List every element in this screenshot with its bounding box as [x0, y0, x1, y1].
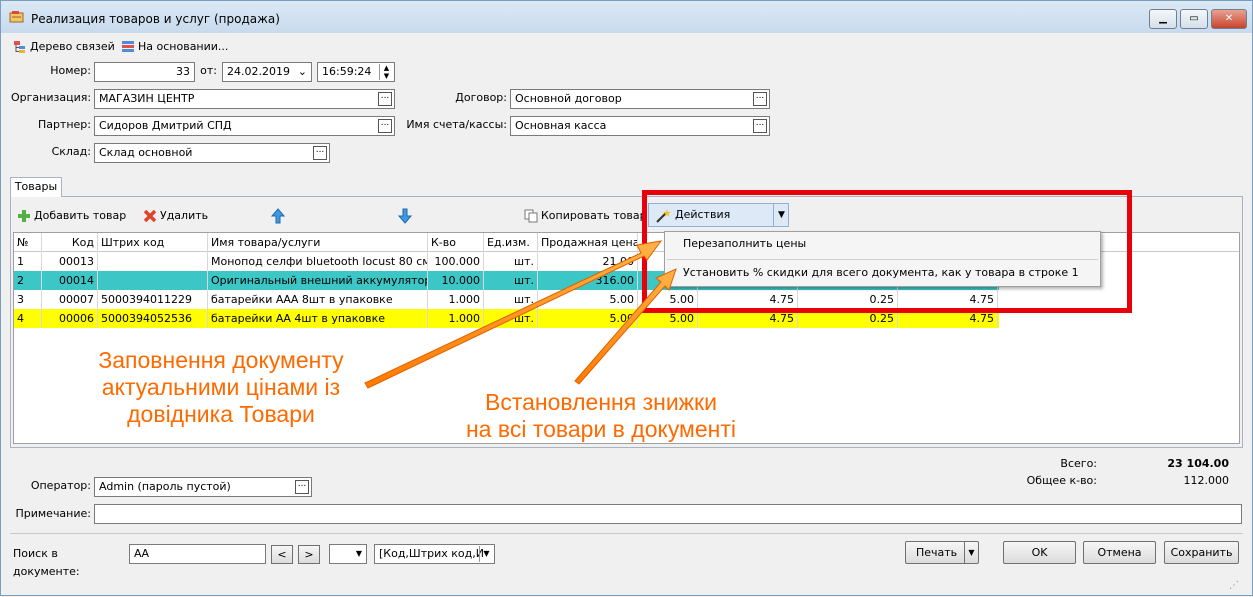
note-field[interactable] — [94, 504, 1242, 524]
cancel-button[interactable]: Отмена — [1083, 541, 1156, 564]
arrow-to-refill — [364, 240, 663, 389]
divider — [10, 533, 1243, 534]
callout-right-line1: Встановлення знижки — [485, 389, 717, 415]
callout-set-discount: Встановлення знижки на всі товари в доку… — [431, 389, 771, 443]
search-fields-select[interactable]: [Код,Штрих код,И ▼ — [374, 544, 495, 564]
callout-right-line2: на всі товари в документі — [465, 416, 737, 442]
print-button[interactable]: Печать ▼ — [905, 541, 979, 564]
chevron-down-icon[interactable]: ▼ — [479, 546, 493, 562]
search-input[interactable]: АА — [129, 544, 266, 564]
callout-left-line2: актуальними цінами із — [101, 374, 341, 400]
callout-left-line1: Заповнення документу — [98, 347, 344, 373]
note-label: Примечание: — [15, 507, 91, 520]
arrow-to-discount — [574, 268, 677, 385]
chevron-down-icon[interactable]: ▼ — [964, 542, 978, 563]
total-label: Всего: — [1060, 457, 1097, 470]
save-button[interactable]: Сохранить — [1164, 541, 1239, 564]
search-fields-value: [Код,Штрих код,И — [379, 547, 484, 560]
search-prev-button[interactable]: < — [271, 545, 293, 564]
count-value: 112.000 — [1183, 474, 1230, 487]
operator-label: Оператор: — [30, 479, 91, 492]
count-label: Общее к-во: — [1026, 474, 1097, 487]
select-dots-icon[interactable]: ... — [295, 480, 309, 494]
chevron-down-icon: ▼ — [355, 549, 362, 558]
search-label: Поиск в документе: — [13, 547, 80, 578]
document-window: Реализация товаров и услуг (продажа) ▁ ▭… — [0, 0, 1253, 596]
resize-grip-icon[interactable]: ⋰ — [1229, 579, 1243, 593]
callout-left-line3: довідника Товари — [127, 401, 315, 427]
search-mode-select[interactable]: ▼ — [329, 544, 367, 564]
total-value: 23 104.00 — [1167, 457, 1229, 470]
operator-value: Admin (пароль пустой) — [99, 480, 231, 493]
ok-button[interactable]: OK — [1003, 541, 1076, 564]
search-next-button[interactable]: > — [298, 545, 320, 564]
print-label: Печать — [916, 546, 958, 559]
callout-refill-prices: Заповнення документу актуальними цінами … — [71, 347, 371, 428]
operator-field[interactable]: Admin (пароль пустой) ... — [94, 477, 312, 497]
